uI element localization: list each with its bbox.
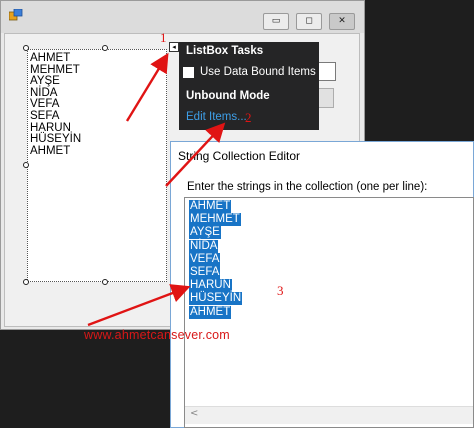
red-arrow-icon bbox=[87, 284, 191, 327]
annotation-step-1: 1 bbox=[160, 30, 167, 45]
red-arrow-icon bbox=[125, 52, 169, 122]
annotation-step-2: 2 bbox=[245, 110, 252, 125]
annotation-arrows bbox=[87, 52, 226, 327]
annotation-step-3: 3 bbox=[277, 283, 284, 298]
red-arrow-icon bbox=[165, 122, 226, 187]
watermark-text: www.ahmetcansever.com bbox=[84, 328, 230, 342]
